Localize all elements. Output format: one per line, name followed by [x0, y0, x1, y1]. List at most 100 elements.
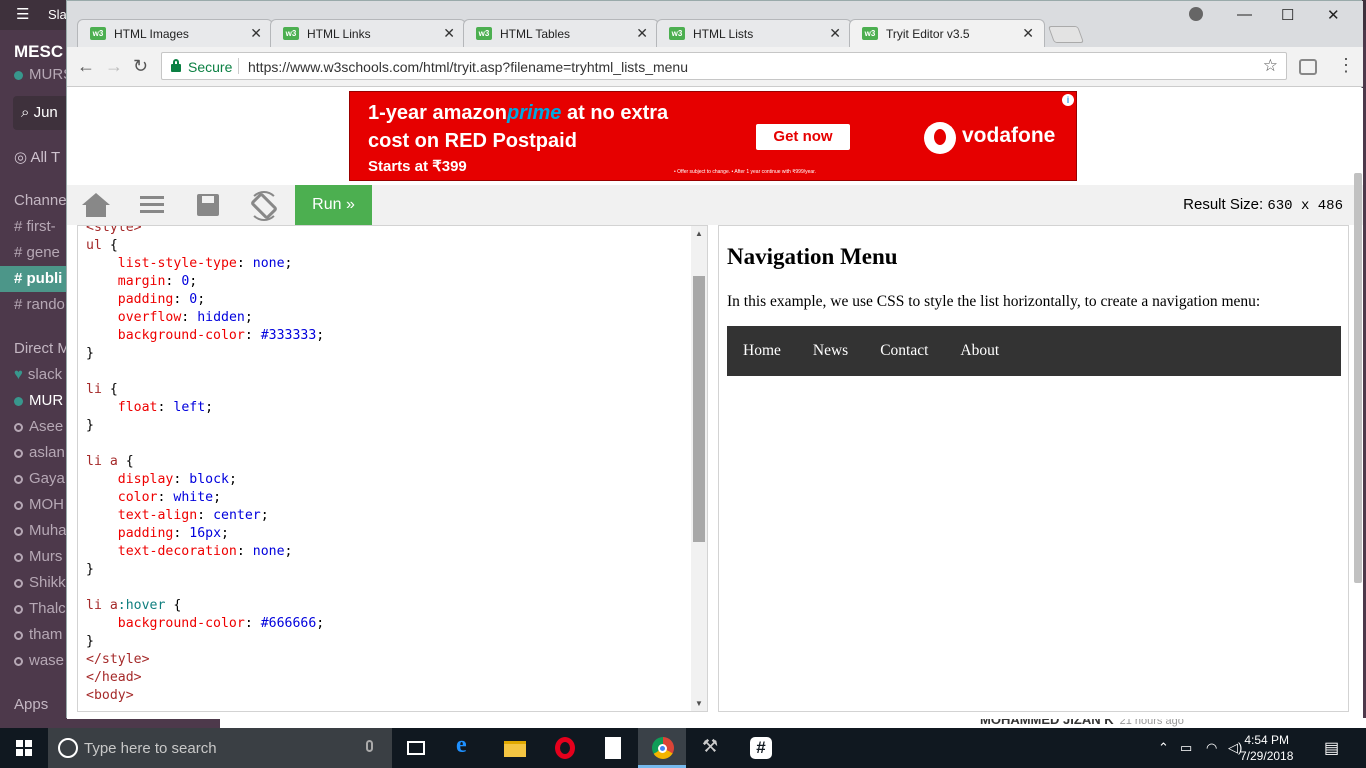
- extension-icon[interactable]: [1299, 59, 1317, 75]
- new-tab-button[interactable]: [1047, 26, 1085, 43]
- dm-item[interactable]: aslan: [14, 444, 65, 461]
- close-tab-icon[interactable]: ✕: [1022, 25, 1034, 42]
- vodafone-logo-icon: [924, 122, 956, 154]
- back-icon[interactable]: ←: [77, 56, 95, 77]
- all-threads[interactable]: ◎ All T: [14, 148, 60, 166]
- jump-to-button[interactable]: ⌕ Jun: [13, 96, 68, 130]
- dm-item[interactable]: MUR: [14, 392, 63, 409]
- page-content: 1-year amazonprime at no extra cost on R…: [67, 88, 1363, 719]
- nav-link-about[interactable]: About: [944, 326, 1015, 376]
- close-tab-icon[interactable]: ✕: [636, 25, 648, 42]
- result-size: Result Size: 630 x 486: [1183, 196, 1343, 214]
- dm-item[interactable]: Muha: [14, 522, 67, 539]
- dm-item[interactable]: MOH: [14, 496, 64, 513]
- edge-icon[interactable]: e: [442, 728, 490, 768]
- rotate-icon[interactable]: [243, 191, 287, 221]
- channel-label: first-: [26, 218, 56, 235]
- system-clock[interactable]: 4:54 PM 7/29/2018: [1240, 732, 1293, 764]
- dm-item[interactable]: wase: [14, 652, 64, 669]
- scroll-down-icon[interactable]: ▼: [695, 699, 703, 708]
- channel-item[interactable]: # gene: [14, 244, 60, 261]
- menu-icon[interactable]: [131, 191, 175, 219]
- home-icon[interactable]: [75, 191, 119, 219]
- dm-item[interactable]: ♥ slack: [14, 366, 62, 383]
- close-tab-icon[interactable]: ✕: [250, 25, 262, 42]
- lock-icon: [171, 59, 181, 72]
- scrollbar-thumb[interactable]: [693, 276, 705, 542]
- forward-icon[interactable]: →: [105, 56, 123, 77]
- dm-label: tham: [29, 626, 63, 643]
- ad-info-icon[interactable]: i: [1062, 94, 1074, 106]
- user-status[interactable]: MURS: [14, 66, 68, 83]
- close-tab-icon[interactable]: ✕: [829, 25, 841, 42]
- task-view-icon[interactable]: [392, 728, 440, 768]
- taskbar-search[interactable]: Type here to search: [48, 728, 392, 768]
- ad-brand: vodafone: [962, 124, 1056, 147]
- channel-item[interactable]: # first-: [14, 218, 56, 235]
- ad-fine-print: • Offer subject to change. • After 1 yea…: [674, 169, 816, 175]
- run-button[interactable]: Run »: [295, 185, 372, 225]
- notepad-icon[interactable]: [588, 728, 636, 768]
- dm-item[interactable]: Gaya: [14, 470, 65, 487]
- code-text[interactable]: <style> ul { list-style-type: none; marg…: [86, 226, 324, 705]
- advertisement-banner[interactable]: 1-year amazonprime at no extra cost on R…: [349, 91, 1077, 181]
- tab-html-tables[interactable]: w3 HTML Tables ✕: [463, 19, 659, 47]
- save-icon[interactable]: [187, 191, 231, 219]
- slack-taskbar-icon[interactable]: #: [736, 728, 784, 768]
- amazon-wordmark: amazon: [432, 102, 507, 124]
- code-editor[interactable]: <style> ul { list-style-type: none; marg…: [77, 225, 708, 712]
- url-text[interactable]: https://www.w3schools.com/html/tryit.asp…: [248, 59, 688, 75]
- dm-item[interactable]: Thalc: [14, 600, 66, 617]
- scroll-up-icon[interactable]: ▲: [695, 229, 703, 238]
- reload-icon[interactable]: ↻: [133, 56, 148, 77]
- ad-cta-button[interactable]: Get now: [756, 124, 850, 150]
- opera-icon[interactable]: [540, 728, 588, 768]
- dm-label: Muha: [29, 522, 67, 539]
- channel-item[interactable]: # rando: [14, 296, 65, 313]
- tab-html-links[interactable]: w3 HTML Links ✕: [270, 19, 466, 47]
- away-dot-icon: [14, 604, 23, 614]
- tab-html-images[interactable]: w3 HTML Images ✕: [77, 19, 273, 47]
- microphone-icon[interactable]: [366, 740, 373, 752]
- team-name[interactable]: MESC: [14, 42, 63, 62]
- away-dot-icon: [14, 474, 23, 484]
- hamburger-icon[interactable]: ☰: [16, 5, 29, 23]
- tab-tryit-editor[interactable]: w3 Tryit Editor v3.5 ✕: [849, 19, 1045, 48]
- nav-link-home[interactable]: Home: [727, 326, 797, 376]
- ad-line-2: cost on RED Postpaid: [368, 130, 577, 152]
- nav-link-contact[interactable]: Contact: [864, 326, 944, 376]
- maximize-icon[interactable]: ☐: [1281, 6, 1294, 24]
- clock-date: 7/29/2018: [1240, 749, 1294, 763]
- dm-header[interactable]: Direct M: [14, 340, 68, 357]
- chrome-taskbar-icon[interactable]: [638, 728, 686, 768]
- channel-item-active[interactable]: # publi: [0, 266, 68, 292]
- notifications-icon[interactable]: ▤: [1324, 738, 1339, 758]
- tray-chevron-icon[interactable]: ⌃: [1158, 740, 1169, 756]
- profile-icon[interactable]: [1189, 7, 1203, 21]
- nav-link-news[interactable]: News: [797, 326, 864, 376]
- battery-icon[interactable]: ▭: [1180, 740, 1192, 756]
- tools-icon[interactable]: ⚒: [688, 728, 736, 768]
- minimize-icon[interactable]: —: [1237, 6, 1252, 23]
- dm-item[interactable]: Murs: [14, 548, 62, 565]
- dm-item[interactable]: tham: [14, 626, 62, 643]
- dm-item[interactable]: Asee: [14, 418, 63, 435]
- channels-header[interactable]: Channe: [14, 192, 67, 209]
- tab-html-lists[interactable]: w3 HTML Lists ✕: [656, 19, 852, 47]
- apps-header[interactable]: Apps: [14, 696, 48, 713]
- page-scrollbar[interactable]: [1354, 173, 1362, 583]
- bookmark-star-icon[interactable]: ☆: [1263, 56, 1278, 76]
- windows-start-icon[interactable]: [16, 740, 32, 756]
- dm-item[interactable]: Shikk: [14, 574, 66, 591]
- address-bar[interactable]: Secure https://www.w3schools.com/html/tr…: [161, 52, 1287, 80]
- editor-scrollbar[interactable]: ▲ ▼: [691, 226, 707, 711]
- tryit-toolbar: Run » Result Size: 630 x 486: [67, 185, 1363, 225]
- file-explorer-icon[interactable]: [490, 728, 538, 768]
- dm-label: aslan: [29, 444, 65, 461]
- taskbar: Type here to search e ⚒ # ⌃ ▭ ◠ ◁) 4:54 …: [0, 728, 1366, 768]
- more-menu-icon[interactable]: ⋮: [1337, 55, 1355, 76]
- close-window-icon[interactable]: ✕: [1327, 6, 1340, 24]
- wifi-icon[interactable]: ◠: [1206, 740, 1217, 756]
- w3schools-favicon-icon: w3: [476, 27, 492, 40]
- close-tab-icon[interactable]: ✕: [443, 25, 455, 42]
